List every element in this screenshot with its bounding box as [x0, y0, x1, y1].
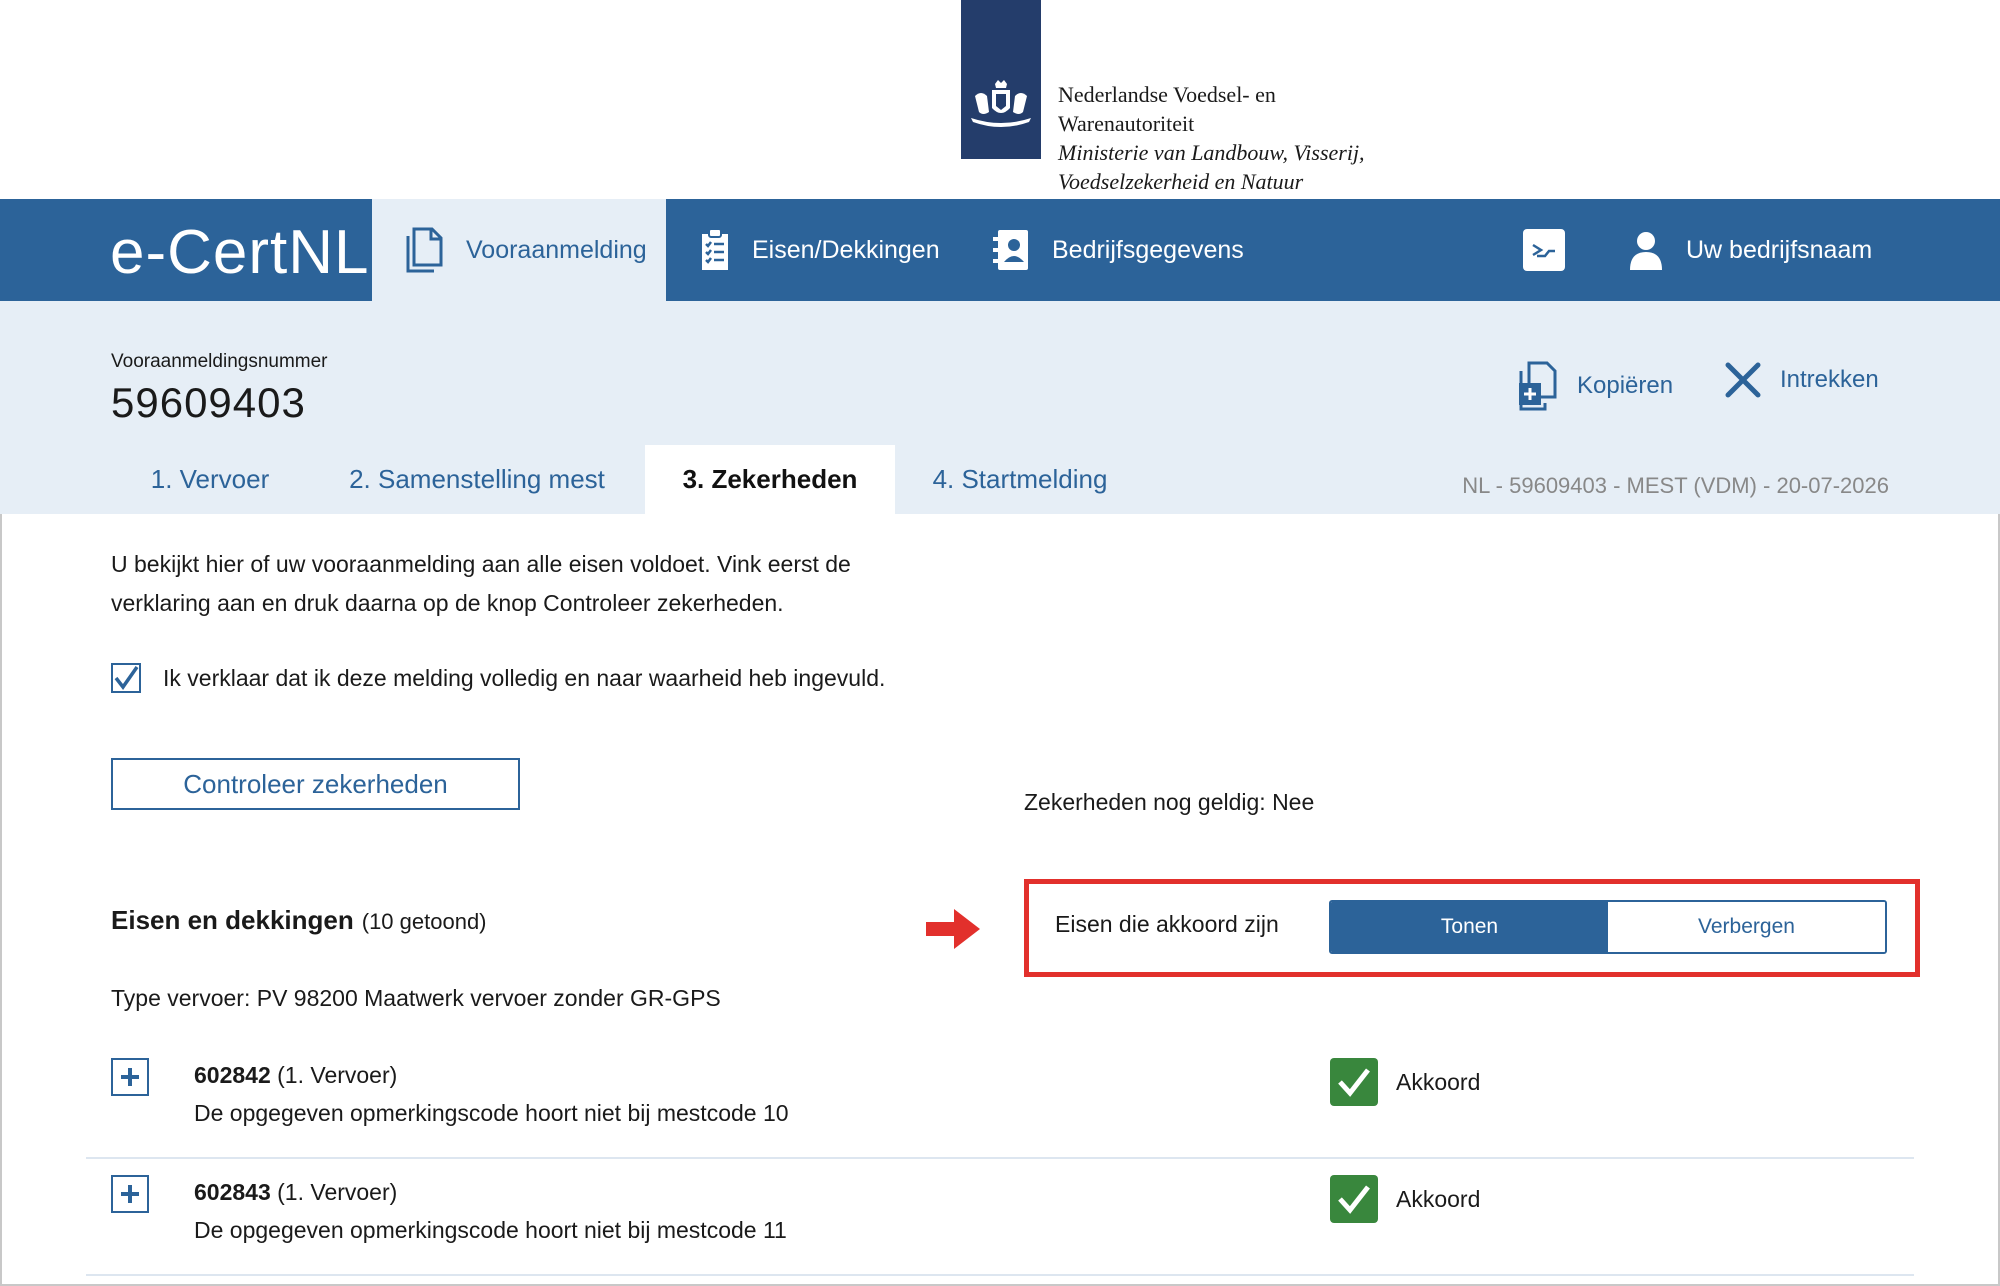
plus-icon — [121, 1068, 139, 1086]
approved-requirements-label: Eisen die akkoord zijn — [1055, 911, 1279, 937]
approved-check-icon — [1330, 1175, 1378, 1223]
terminal-icon — [1532, 243, 1555, 258]
close-icon — [1725, 362, 1761, 398]
requirement-code: 602842 — [194, 1062, 271, 1088]
requirement-description: De opgegeven opmerkingscode hoort niet b… — [194, 1100, 789, 1126]
clipboard-icon — [702, 228, 728, 270]
main-navigation: e-CertNL Vooraanmelding Eisen/Dekkingen — [0, 199, 2000, 301]
reference-code: NL - 59609403 - MEST (VDM) - 20-07-2026 — [1462, 473, 1889, 498]
plus-icon — [121, 1185, 139, 1203]
transport-type: Type vervoer: PV 98200 Maatwerk vervoer … — [111, 985, 721, 1011]
requirement-title: 602842 (1. Vervoer) — [194, 1062, 397, 1089]
declaration-checkbox[interactable] — [111, 663, 141, 693]
contact-book-icon — [993, 230, 1028, 270]
ministry-line-2: Voedselzekerheid en Natuur — [1058, 169, 1304, 194]
copy-button[interactable]: Kopiëren — [1515, 361, 1673, 411]
brand-logo[interactable]: e-CertNL — [110, 217, 370, 288]
show-hide-toggle[interactable]: Tonen Verbergen — [1329, 900, 1887, 954]
approved-check-icon — [1330, 1058, 1378, 1106]
subheader: Vooraanmeldingsnummer 59609403 Kopiëren … — [0, 301, 2000, 514]
hide-option[interactable]: Verbergen — [1608, 902, 1885, 952]
expand-button[interactable] — [111, 1058, 149, 1096]
nav-item-label: Bedrijfsgegevens — [1052, 235, 1244, 264]
nav-item-bedrijfsgegevens[interactable]: Bedrijfsgegevens — [992, 199, 1244, 301]
logo-bar — [961, 0, 1041, 159]
check-guarantees-button[interactable]: Controleer zekerheden — [111, 758, 520, 810]
checkmark-icon — [114, 665, 139, 690]
coat-of-arms-icon — [971, 80, 1031, 127]
requirement-title: 602843 (1. Vervoer) — [194, 1179, 397, 1206]
terminal-button[interactable] — [1523, 229, 1565, 271]
tab-samenstelling-mest[interactable]: 2. Samenstelling mest — [330, 445, 624, 514]
requirement-description: De opgegeven opmerkingscode hoort niet b… — [194, 1217, 787, 1243]
government-header: Nederlandse Voedsel- en Warenautoriteit … — [0, 0, 2000, 199]
requirement-category: (1. Vervoer) — [277, 1062, 398, 1088]
user-name: Uw bedrijfsnaam — [1686, 235, 1873, 264]
intro-text: U bekijkt hier of uw vooraanmelding aan … — [111, 551, 851, 616]
arrow-right-icon — [926, 909, 980, 949]
section-title-text: Eisen en dekkingen — [111, 905, 354, 935]
document-icon — [406, 227, 443, 273]
notification-number: 59609403 — [111, 379, 306, 426]
section-title: Eisen en dekkingen (10 getoond) — [111, 905, 487, 936]
show-option[interactable]: Tonen — [1331, 902, 1608, 952]
user-icon — [1630, 232, 1662, 270]
copy-icon — [1519, 361, 1557, 411]
requirement-row: 602842 (1. Vervoer) De opgegeven opmerki… — [86, 1042, 1914, 1159]
revoke-button[interactable]: Intrekken — [1724, 361, 1879, 399]
organization-line-2: Warenautoriteit — [1058, 111, 1195, 136]
revoke-label: Intrekken — [1780, 366, 1879, 393]
requirement-code: 602843 — [194, 1179, 271, 1205]
nav-item-eisen-dekkingen[interactable]: Eisen/Dekkingen — [700, 199, 940, 301]
organization-name: Nederlandse Voedsel- en Warenautoriteit … — [1058, 80, 1365, 196]
status-label: Akkoord — [1396, 1068, 1481, 1095]
tab-startmelding[interactable]: 4. Startmelding — [920, 445, 1120, 514]
status-label: Akkoord — [1396, 1185, 1481, 1212]
declaration-label: Ik verklaar dat ik deze melding volledig… — [163, 664, 886, 691]
requirement-status: Akkoord — [1330, 1175, 1480, 1223]
requirement-status: Akkoord — [1330, 1058, 1480, 1106]
requirement-category: (1. Vervoer) — [277, 1179, 398, 1205]
declaration-row: Ik verklaar dat ik deze melding volledig… — [111, 663, 885, 693]
expand-button[interactable] — [111, 1175, 149, 1213]
user-menu[interactable]: Uw bedrijfsnaam — [1628, 199, 1872, 301]
section-count: (10 getoond) — [361, 909, 487, 934]
validity-status: Zekerheden nog geldig: Nee — [1024, 789, 1315, 815]
ministry-line-1: Ministerie van Landbouw, Visserij, — [1058, 140, 1365, 165]
copy-label: Kopiëren — [1577, 372, 1674, 399]
tab-vervoer[interactable]: 1. Vervoer — [140, 445, 280, 514]
notification-number-label: Vooraanmeldingsnummer — [111, 351, 328, 372]
tab-zekerheden[interactable]: 3. Zekerheden — [645, 445, 895, 514]
nav-item-label: Eisen/Dekkingen — [752, 235, 940, 264]
organization-line-1: Nederlandse Voedsel- en — [1058, 82, 1276, 107]
requirement-row: 602843 (1. Vervoer) De opgegeven opmerki… — [86, 1159, 1914, 1276]
nav-item-vooraanmelding[interactable]: Vooraanmelding — [372, 199, 666, 301]
nav-item-label: Vooraanmelding — [466, 235, 647, 264]
